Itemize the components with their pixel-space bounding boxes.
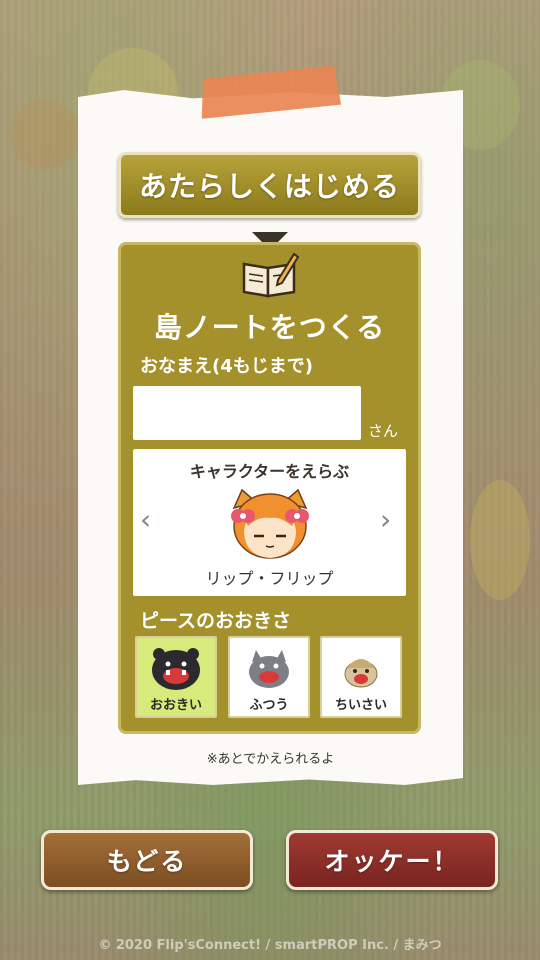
copyright: © 2020 Flip'sConnect! / smartPROP Inc. /… xyxy=(98,938,442,953)
notebook-pencil-icon xyxy=(242,252,300,298)
size-option-label: ふつう xyxy=(249,698,289,713)
character-face-icon xyxy=(231,488,309,559)
character-name: リップ・フリップ xyxy=(205,569,334,588)
background-monster xyxy=(10,100,80,170)
beige-monster-icon xyxy=(344,659,378,688)
piece-size-label: ピースのおおきさ xyxy=(140,610,292,632)
size-option-label: おおきい xyxy=(149,698,202,713)
ok-button[interactable]: オッケー！ xyxy=(286,830,498,890)
gray-monster-icon xyxy=(249,650,289,688)
size-option-small[interactable]: ちいさい xyxy=(320,636,402,718)
chevron-right-icon[interactable]: › xyxy=(380,506,391,534)
panel-title: 島ノートをつくる xyxy=(153,311,386,344)
size-option-label: ちいさい xyxy=(334,698,387,713)
black-monster-icon xyxy=(152,648,200,690)
size-option-medium[interactable]: ふつう xyxy=(228,636,310,718)
background-monster xyxy=(470,480,530,600)
size-option-large[interactable]: おおきい xyxy=(135,636,217,718)
back-button[interactable]: もどる xyxy=(41,830,253,890)
name-input[interactable] xyxy=(133,386,361,440)
name-label: おなまえ(4もじまで) xyxy=(140,356,313,377)
name-suffix: さん xyxy=(368,422,399,440)
character-selector-title: キャラクターをえらぶ xyxy=(189,462,350,481)
change-later-note: ※あとでかえられるよ xyxy=(206,752,335,767)
new-game-button[interactable]: あたらしくはじめる xyxy=(118,152,421,218)
chevron-left-icon[interactable]: ‹ xyxy=(140,506,151,534)
